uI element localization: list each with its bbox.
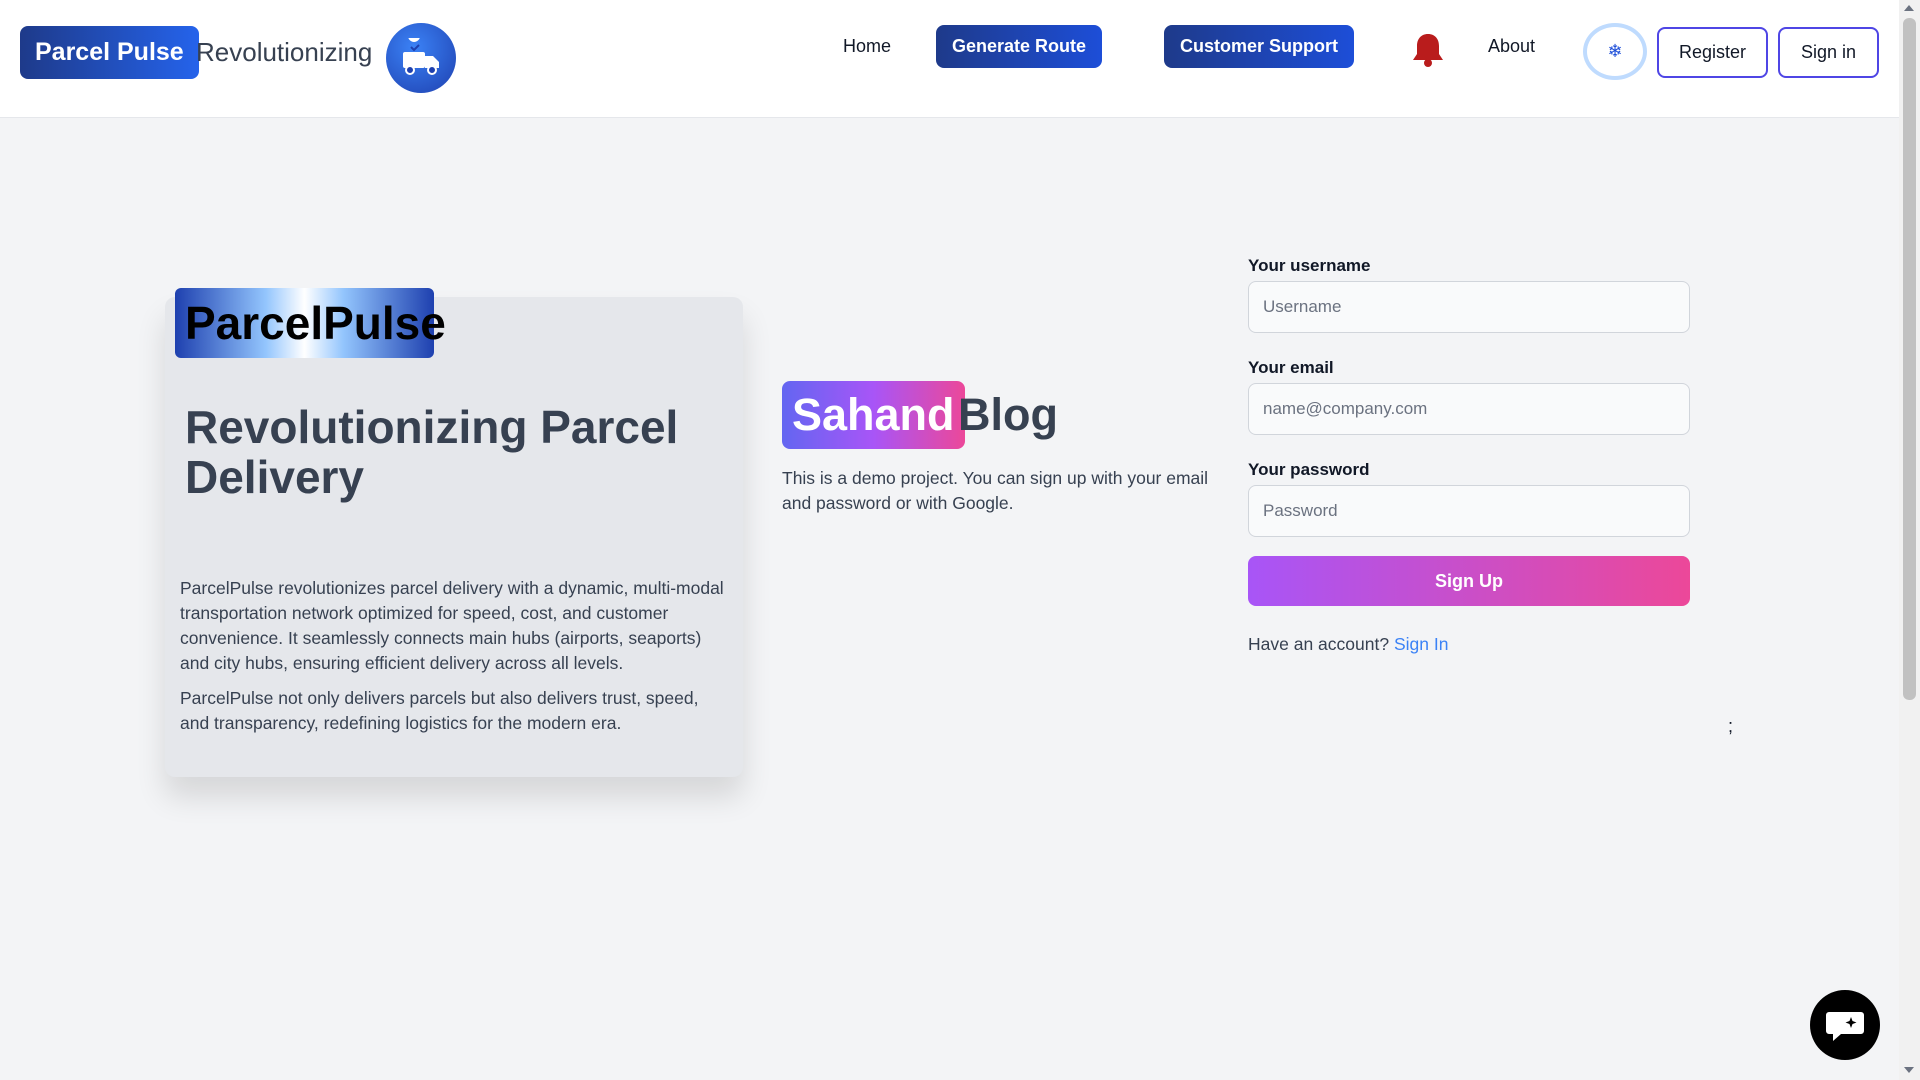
top-navbar: Parcel Pulse Revolutionizing Home Genera… bbox=[0, 0, 1899, 118]
hero-badge: ParcelPulse bbox=[175, 288, 446, 358]
bell-icon[interactable] bbox=[1412, 32, 1444, 68]
customer-support-button[interactable]: Customer Support bbox=[1164, 25, 1355, 68]
signin-link[interactable]: Sign In bbox=[1394, 634, 1448, 655]
signin-button[interactable]: Sign in bbox=[1778, 27, 1879, 78]
email-label: Your email bbox=[1248, 358, 1334, 377]
register-button[interactable]: Register bbox=[1657, 27, 1768, 78]
chat-bubble-icon[interactable] bbox=[1810, 990, 1880, 1060]
blog-logo-word: Blog bbox=[958, 389, 1058, 440]
page-scrollbar[interactable] bbox=[1899, 0, 1920, 1080]
username-input[interactable] bbox=[1248, 281, 1690, 333]
email-input[interactable] bbox=[1248, 383, 1690, 435]
nav-home-link[interactable]: Home bbox=[843, 24, 891, 68]
brand-tagline: Revolutionizing bbox=[196, 37, 373, 67]
hero-title: Revolutionizing Parcel Delivery bbox=[185, 401, 679, 503]
stray-text: ; bbox=[1728, 716, 1734, 736]
sun-icon: ❄ bbox=[1607, 41, 1623, 61]
hero-paragraph-2: ParcelPulse not only delivers parcels bu… bbox=[180, 688, 699, 733]
generate-route-button[interactable]: Generate Route bbox=[936, 25, 1103, 68]
password-label: Your password bbox=[1248, 460, 1370, 479]
brand-name[interactable]: Parcel Pulse bbox=[20, 26, 199, 79]
blog-description: This is a demo project. You can sign up … bbox=[782, 468, 1209, 513]
scroll-thumb[interactable] bbox=[1903, 18, 1916, 700]
scroll-up-arrow[interactable] bbox=[1904, 5, 1914, 11]
password-input[interactable] bbox=[1248, 485, 1690, 537]
nav-about-link[interactable]: About bbox=[1488, 24, 1535, 68]
username-label: Your username bbox=[1248, 256, 1371, 275]
hero-paragraph-1: ParcelPulse revolutionizes parcel delive… bbox=[180, 578, 724, 673]
have-account-text: Have an account? bbox=[1248, 634, 1390, 654]
scroll-down-arrow[interactable] bbox=[1904, 1067, 1914, 1073]
theme-toggle-button[interactable]: ❄ bbox=[1583, 23, 1647, 80]
delivery-truck-icon[interactable] bbox=[386, 23, 456, 93]
blog-logo-highlight[interactable]: Sahand bbox=[782, 381, 965, 449]
signup-button[interactable]: Sign Up bbox=[1248, 556, 1690, 606]
